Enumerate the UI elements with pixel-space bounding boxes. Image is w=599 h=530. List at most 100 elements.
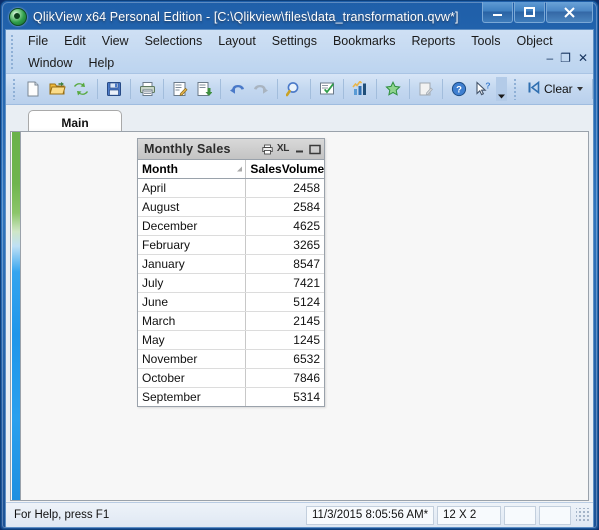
toolbar: ? ? Clear — [6, 74, 593, 105]
sort-ascending-icon — [237, 166, 243, 172]
undo-icon[interactable] — [225, 77, 249, 101]
cell-sales[interactable]: 7846 — [245, 368, 324, 388]
maximize-object-icon[interactable] — [309, 143, 321, 155]
menu-bar-grip[interactable] — [10, 34, 14, 70]
cell-month[interactable]: March — [138, 311, 246, 331]
mdi-close-button[interactable]: ✕ — [578, 52, 588, 64]
cell-month[interactable]: September — [138, 388, 246, 407]
menu-item-layout[interactable]: Layout — [210, 32, 264, 50]
toolbar-separator — [442, 79, 443, 99]
chevron-down-icon[interactable] — [576, 87, 583, 91]
clear-selections-button[interactable]: Clear — [522, 78, 588, 100]
menu-item-tools[interactable]: Tools — [463, 32, 508, 50]
mdi-restore-button[interactable]: ❐ — [560, 52, 571, 64]
object-caption-bar[interactable]: Monthly Sales XL — [138, 139, 324, 160]
table-row[interactable]: January 8547 — [138, 254, 324, 274]
cell-sales[interactable]: 3265 — [245, 235, 324, 255]
toolbar-separator — [163, 79, 164, 99]
cell-sales[interactable]: 2145 — [245, 311, 324, 331]
cell-sales[interactable]: 2458 — [245, 178, 324, 198]
help-icon[interactable]: ? — [447, 77, 471, 101]
cell-sales[interactable]: 5124 — [245, 292, 324, 312]
cell-month[interactable]: November — [138, 349, 246, 369]
reload-icon[interactable] — [69, 77, 93, 101]
new-document-icon[interactable] — [21, 77, 45, 101]
status-panel-blank-2 — [539, 505, 571, 525]
print-icon[interactable] — [135, 77, 159, 101]
cell-month[interactable]: July — [138, 273, 246, 293]
toolbar-grip[interactable] — [12, 78, 16, 100]
table-row[interactable]: December 4625 — [138, 216, 324, 236]
redo-icon[interactable] — [249, 77, 273, 101]
table-row[interactable]: April 2458 — [138, 178, 324, 198]
edit-script-icon[interactable] — [168, 77, 192, 101]
toolbar-overflow-icon[interactable] — [496, 77, 507, 101]
notes-icon[interactable] — [414, 77, 438, 101]
cell-month[interactable]: January — [138, 254, 246, 274]
menu-item-window[interactable]: Window — [20, 54, 80, 72]
cell-sales[interactable]: 7421 — [245, 273, 324, 293]
menu-item-help[interactable]: Help — [80, 54, 122, 72]
table-row[interactable]: September 5314 — [138, 387, 324, 407]
column-header-salesvolume[interactable]: SalesVolume — [245, 160, 324, 179]
table-row[interactable]: March 2145 — [138, 311, 324, 331]
cell-month[interactable]: June — [138, 292, 246, 312]
save-icon[interactable] — [102, 77, 126, 101]
menu-row-1: File Edit View Selections Layout Setting… — [6, 30, 593, 52]
menu-item-object[interactable]: Object — [508, 32, 560, 50]
cell-month[interactable]: August — [138, 197, 246, 217]
cell-month[interactable]: May — [138, 330, 246, 350]
menu-item-view[interactable]: View — [94, 32, 137, 50]
cell-sales[interactable]: 4625 — [245, 216, 324, 236]
toolbar-separator — [409, 79, 410, 99]
application-window: QlikView x64 Personal Edition - [C:\Qlik… — [0, 0, 599, 530]
svg-text:?: ? — [485, 81, 490, 91]
table-row[interactable]: May 1245 — [138, 330, 324, 350]
table-row[interactable]: October 7846 — [138, 368, 324, 388]
cell-month[interactable]: April — [138, 178, 246, 198]
menu-item-file[interactable]: File — [20, 32, 56, 50]
cell-sales[interactable]: 1245 — [245, 330, 324, 350]
window-minimize-button[interactable] — [482, 2, 513, 23]
table-row[interactable]: June 5124 — [138, 292, 324, 312]
chart-icon[interactable] — [348, 77, 372, 101]
table-row[interactable]: November 6532 — [138, 349, 324, 369]
resize-grip[interactable] — [576, 508, 590, 522]
open-document-icon[interactable] — [45, 77, 69, 101]
status-help-text: For Help, press F1 — [14, 509, 110, 521]
current-selections-icon[interactable] — [315, 77, 339, 101]
toolbar-separator — [310, 79, 311, 99]
cell-sales[interactable]: 2584 — [245, 197, 324, 217]
cell-sales[interactable]: 8547 — [245, 254, 324, 274]
document-area: Main Monthly Sales XL Month SalesVolume … — [6, 105, 593, 501]
context-help-icon[interactable]: ? — [471, 77, 495, 101]
bookmark-icon[interactable] — [381, 77, 405, 101]
column-header-month[interactable]: Month — [138, 160, 246, 179]
print-object-icon[interactable] — [261, 143, 273, 155]
cell-month[interactable]: February — [138, 235, 246, 255]
window-maximize-button[interactable] — [514, 2, 545, 23]
table-row[interactable]: August 2584 — [138, 197, 324, 217]
table-row[interactable]: February 3265 — [138, 235, 324, 255]
svg-text:?: ? — [456, 85, 462, 96]
menu-item-reports[interactable]: Reports — [404, 32, 464, 50]
menu-item-selections[interactable]: Selections — [137, 32, 211, 50]
table-row[interactable]: July 7421 — [138, 273, 324, 293]
cell-sales[interactable]: 5314 — [245, 387, 324, 406]
straight-table-object[interactable]: Monthly Sales XL Month SalesVolume April… — [137, 138, 325, 407]
sheet-tab-label: Main — [61, 115, 89, 130]
search-icon[interactable] — [282, 77, 306, 101]
selection-toolbar-grip[interactable] — [513, 78, 517, 100]
toolbar-separator — [130, 79, 131, 99]
mdi-minimize-button[interactable]: – — [546, 52, 553, 64]
cell-month[interactable]: December — [138, 216, 246, 236]
cell-month[interactable]: October — [138, 368, 246, 388]
menu-item-edit[interactable]: Edit — [56, 32, 94, 50]
reload-script-icon[interactable] — [192, 77, 216, 101]
minimize-object-icon[interactable] — [293, 143, 305, 155]
export-to-excel-icon[interactable]: XL — [277, 143, 289, 155]
cell-sales[interactable]: 6532 — [245, 349, 324, 369]
menu-item-bookmarks[interactable]: Bookmarks — [325, 32, 404, 50]
menu-item-settings[interactable]: Settings — [264, 32, 325, 50]
window-close-button[interactable] — [546, 2, 593, 23]
